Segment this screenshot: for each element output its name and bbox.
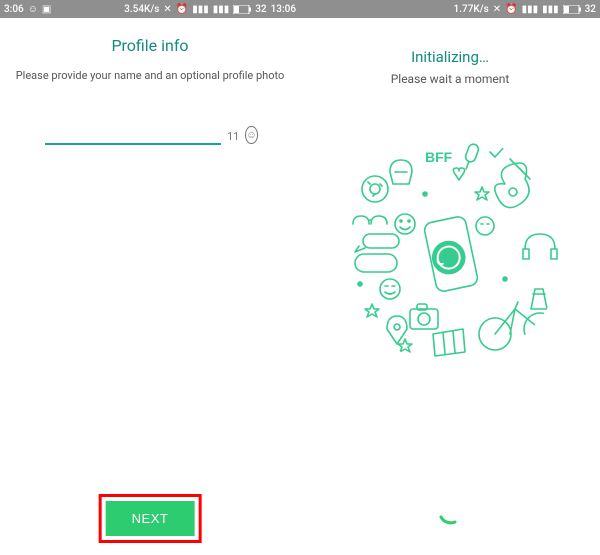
status-clock: 13:06 [271, 4, 296, 15]
doodle-illustration: BFF [335, 134, 565, 364]
image-icon: ▣ [42, 4, 51, 15]
loading-spinner-icon [435, 497, 465, 527]
content-area: Initializing… Please wait a moment BFF [300, 18, 600, 555]
mute-icon: ✕ [163, 4, 171, 15]
status-battery: 32 [585, 4, 596, 15]
svg-text:BFF: BFF [425, 149, 453, 165]
alarm-icon: ⏰ [176, 4, 188, 15]
mute-icon: ✕ [493, 4, 501, 15]
status-data-speed: 3.54K/s [124, 4, 159, 15]
next-button[interactable]: NEXT [106, 501, 195, 536]
phone-left: 3:06 ☺ ▣ 3.54K/s ✕ ⏰ ▮▮▮ ▮▮▮ 32 13:06 Pr… [0, 0, 300, 555]
next-button-highlight: NEXT [99, 494, 202, 543]
name-input[interactable] [45, 124, 221, 145]
smiley-icon: ☺ [28, 4, 38, 15]
status-bar: 3:06 ☺ ▣ 3.54K/s ✕ ⏰ ▮▮▮ ▮▮▮ 32 13:06 [0, 0, 300, 18]
alarm-icon: ⏰ [505, 4, 517, 15]
emoji-icon[interactable]: ☺ [245, 126, 257, 144]
page-title: Initializing… [411, 48, 489, 66]
page-title: Profile info [111, 36, 188, 55]
battery-icon [233, 5, 251, 14]
status-bar: 1.77K/s ✕ ⏰ ▮▮▮ ▮▮▮ 32 [300, 0, 600, 18]
status-time: 3:06 [4, 4, 24, 15]
page-subtitle: Please provide your name and an optional… [16, 69, 285, 82]
phone-right: 1.77K/s ✕ ⏰ ▮▮▮ ▮▮▮ 32 Initializing… Ple… [300, 0, 600, 555]
signal-icon: ▮▮▮ [542, 4, 559, 15]
char-counter: 11 [227, 130, 239, 145]
signal-icon: ▮▮▮ [522, 4, 539, 15]
signal-icon: ▮▮▮ [192, 4, 209, 15]
page-subtitle: Please wait a moment [391, 72, 510, 86]
status-battery: 32 [255, 4, 266, 15]
signal-icon: ▮▮▮ [213, 4, 230, 15]
name-input-row: 11 ☺ [45, 124, 255, 145]
battery-icon [563, 5, 581, 14]
status-data-speed: 1.77K/s [454, 4, 489, 15]
content-area: Profile info Please provide your name an… [0, 18, 300, 555]
